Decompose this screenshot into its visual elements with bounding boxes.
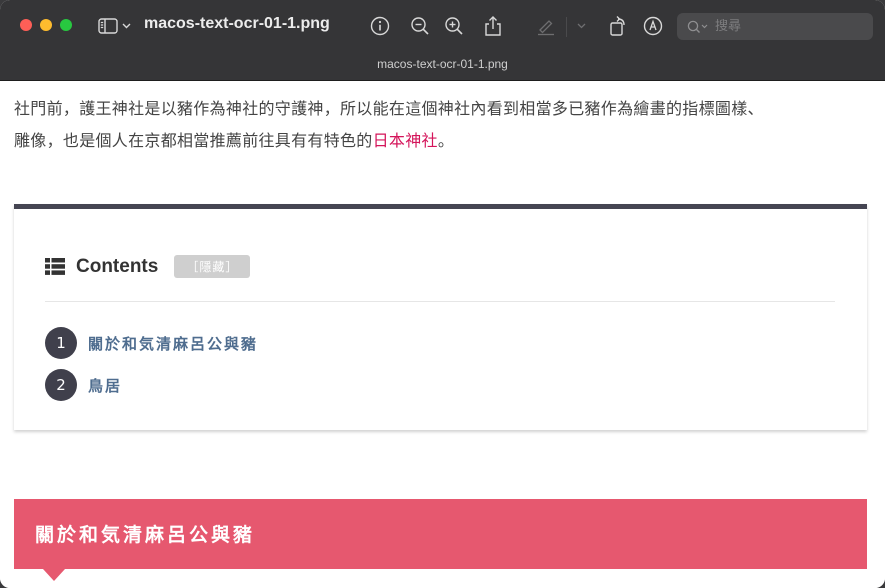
highlight-button[interactable] — [534, 14, 558, 38]
markup-icon — [643, 16, 663, 36]
markup-button[interactable] — [641, 14, 665, 38]
search-input[interactable] — [715, 19, 855, 34]
zoom-out-button[interactable] — [408, 14, 432, 38]
share-button[interactable] — [481, 14, 505, 38]
title-bar: macos-text-ocr-01-1.png 搜尋 macos-text-oc… — [0, 0, 885, 81]
toc-item-link[interactable]: 鳥居 — [88, 375, 122, 396]
toc-divider — [45, 301, 835, 302]
info-icon — [370, 16, 390, 36]
article-line: 社門前，護王神社是以豬作為神社的守護神，所以能在這個神社內看到相當多已豬作為繪畫… — [14, 99, 764, 118]
japan-shrine-link[interactable]: 日本神社 — [373, 131, 438, 150]
toc-header: Contents ［隱藏］ — [45, 255, 251, 278]
toolbar-divider — [566, 17, 567, 37]
toc-item[interactable]: 1 關於和気清麻呂公與豬 — [45, 327, 258, 359]
list-icon — [45, 258, 65, 275]
toc-title: Contents — [76, 255, 159, 277]
section-heading-text: 關於和気清麻呂公與豬 — [35, 524, 256, 546]
table-of-contents: Contents ［隱藏］ 1 關於和気清麻呂公與豬 2 鳥居 — [14, 204, 867, 430]
article-line: 雕像，也是個人在京都相當推薦前往具有有特色的日本神社。 — [14, 125, 874, 157]
zoom-out-icon — [411, 17, 429, 35]
rotate-icon — [610, 16, 625, 36]
section-heading-arrow — [43, 569, 65, 581]
toc-item[interactable]: 2 鳥居 — [45, 369, 122, 401]
section-heading: 關於和気清麻呂公與豬 — [14, 499, 867, 569]
info-button[interactable] — [368, 14, 392, 38]
preview-window: macos-text-ocr-01-1.png 搜尋 macos-text-oc… — [0, 0, 885, 588]
document-content: 社門前，護王神社是以豬作為神社的守護神，所以能在這個神社內看到相當多已豬作為繪畫… — [0, 81, 885, 588]
zoom-in-button[interactable] — [442, 14, 466, 38]
rotate-button[interactable] — [606, 14, 630, 38]
toc-hide-toggle[interactable]: ［隱藏］ — [174, 255, 251, 278]
toc-item-number: 1 — [45, 327, 77, 359]
toc-item-link[interactable]: 關於和気清麻呂公與豬 — [88, 333, 258, 354]
article-text: 雕像，也是個人在京都相當推薦前往具有有特色的 — [14, 131, 373, 150]
window-title: macos-text-ocr-01-1.png — [144, 15, 330, 32]
sidebar-toggle-button[interactable] — [98, 16, 132, 36]
search-icon — [687, 20, 708, 33]
toc-item-number: 2 — [45, 369, 77, 401]
document-tab-title: macos-text-ocr-01-1.png — [377, 57, 508, 71]
chevron-down-icon — [577, 23, 585, 29]
highlight-icon — [538, 20, 554, 36]
chevron-down-icon — [122, 23, 131, 29]
window-controls — [20, 19, 72, 31]
highlight-menu-button[interactable] — [569, 14, 593, 38]
article-text: 。 — [437, 131, 455, 150]
minimize-button[interactable] — [40, 19, 52, 31]
article-paragraph: 社門前，護王神社是以豬作為神社的守護神，所以能在這個神社內看到相當多已豬作為繪畫… — [14, 93, 874, 157]
share-icon — [485, 16, 501, 36]
sidebar-icon — [98, 18, 118, 34]
zoom-in-icon — [445, 17, 463, 35]
search-field[interactable] — [677, 13, 873, 40]
zoom-button[interactable] — [60, 19, 72, 31]
close-button[interactable] — [20, 19, 32, 31]
